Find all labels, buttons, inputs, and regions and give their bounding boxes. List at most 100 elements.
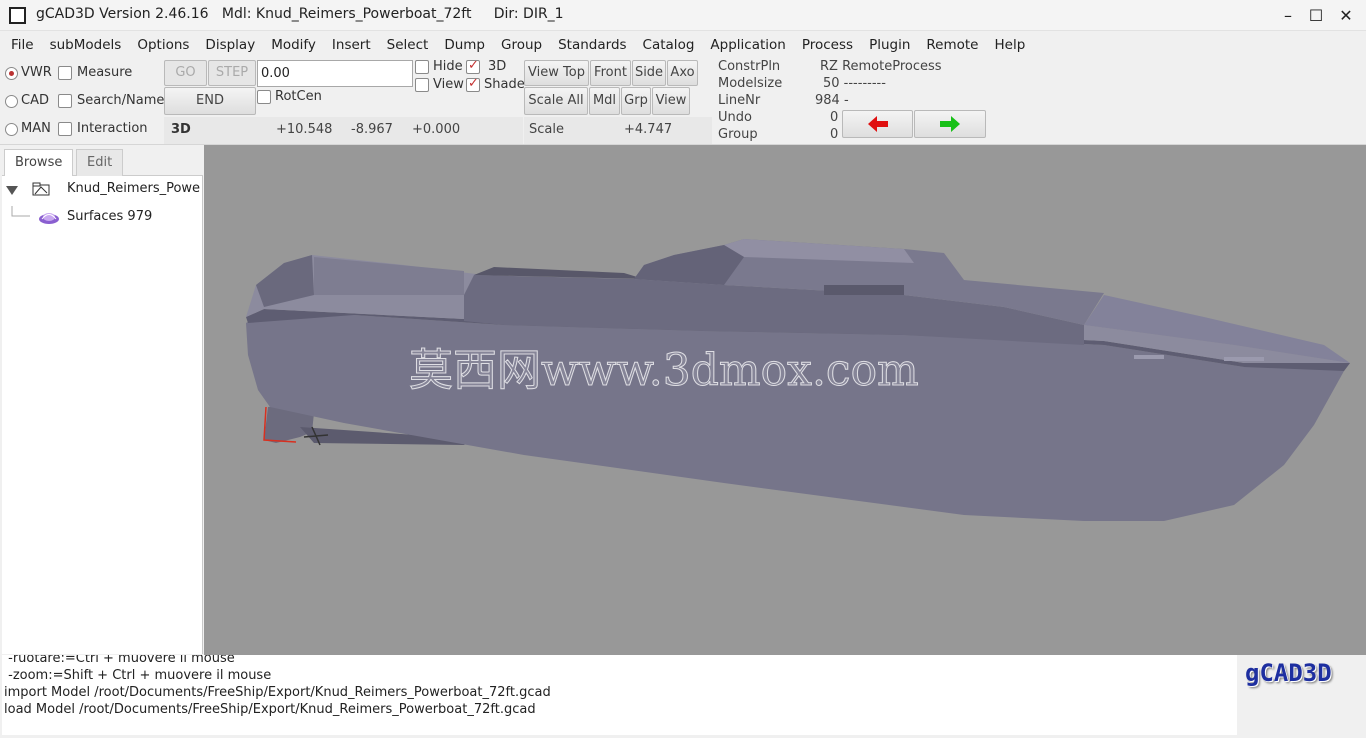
arrow-left-icon [867,116,888,132]
application-window: gCAD3D Version 2.46.16 Mdl: Knud_Reimers… [0,0,1366,738]
undo-back-button[interactable] [842,110,913,138]
arrow-right-icon [940,116,960,132]
tab-browse[interactable]: Browse [4,149,74,176]
coord-x: +10.548 [276,122,333,137]
3d-label: 3D [488,59,507,74]
hide-checkbox[interactable] [415,60,429,74]
3d-viewport[interactable]: 莫西网www.3dmox.com [204,145,1366,655]
tree-item-surfaces[interactable]: Surfaces 979 [2,206,203,230]
gcad3d-logo: gCAD3D [1245,659,1332,687]
axo-button[interactable]: Axo [667,60,698,86]
menu-standards[interactable]: Standards [550,37,634,53]
menu-dump[interactable]: Dump [436,37,493,53]
window-block [824,285,904,295]
cad-label: CAD [21,93,49,108]
menu-modify[interactable]: Modify [263,37,324,53]
coordinate-bar [164,117,523,144]
menu-plugin[interactable]: Plugin [861,37,918,53]
tree-item-model[interactable]: Knud_Reimers_Powe [2,178,203,202]
boat-model[interactable]: 莫西网www.3dmox.com [204,145,1366,655]
search-name-label: Search/Name [77,93,165,108]
coord-z: +0.000 [412,122,461,137]
wheelhouse-side [634,245,744,285]
menu-application[interactable]: Application [702,37,793,53]
man-label: MAN [21,121,51,136]
scale-all-button[interactable]: Scale All [524,87,588,115]
grp-button[interactable]: Grp [621,87,651,115]
undo-label: Undo [718,110,752,125]
vwr-label: VWR [21,65,52,80]
minimize-button[interactable]: – [1277,5,1299,27]
tree-item-label: Knud_Reimers_Powe [67,181,201,196]
tree-item-label: Surfaces 979 [67,209,153,224]
menu-display[interactable]: Display [197,37,263,53]
rotcen-label: RotCen [275,89,322,104]
group-value: 0 [830,127,839,142]
menu-bar: File subModels Options Display Modify In… [0,31,1366,59]
menu-file[interactable]: File [3,37,42,53]
constrpln-label: ConstrPln [718,59,781,74]
surface-icon [39,213,59,224]
expand-triangle-icon[interactable] [5,184,19,196]
message-console: -ruotare:=Ctrl + muovere il mouse -zoom:… [2,655,1237,735]
console-line: -ruotare:=Ctrl + muovere il mouse [4,655,235,666]
watermark-text: 莫西网www.3dmox.com [409,345,919,396]
go-button[interactable]: GO [164,60,207,86]
constrpln-value: RZ RemoteProcess [820,59,942,74]
linenr-label: LineNr [718,93,761,108]
view-button[interactable]: View [652,87,690,115]
front-button[interactable]: Front [590,60,631,86]
menu-catalog[interactable]: Catalog [635,37,703,53]
view-checkbox[interactable] [415,78,429,92]
menu-submodels[interactable]: subModels [42,37,130,53]
step-button[interactable]: STEP [208,60,256,86]
value-input[interactable]: 0.00 [257,60,413,87]
toolbar: VWR CAD MAN Measure Search/Name Interact… [0,58,1366,145]
coord-mode: 3D [171,122,191,137]
modelsize-label: Modelsize [718,76,783,91]
aft-cockpit [314,257,464,295]
shade-checkbox[interactable] [466,76,480,92]
menu-insert[interactable]: Insert [324,37,379,53]
menu-remote[interactable]: Remote [918,37,986,53]
menu-group[interactable]: Group [493,37,550,53]
model-icon [32,182,50,196]
tree-line [11,206,30,217]
redo-forward-button[interactable] [914,110,986,138]
man-radio[interactable] [5,123,18,136]
maximize-button[interactable]: ☐ [1305,5,1327,27]
rotcen-checkbox[interactable] [257,90,271,104]
browser-panel: Browse Edit Knud_Reimers_Powe Surfaces 9… [2,146,203,654]
logo-area: gCAD3D [1237,655,1366,735]
menu-process[interactable]: Process [794,37,861,53]
view-label: View [433,77,464,92]
cad-radio[interactable] [5,95,18,108]
console-line: load Model /root/Documents/FreeShip/Expo… [4,702,536,717]
close-button[interactable]: ✕ [1335,5,1357,27]
menu-help[interactable]: Help [986,37,1033,53]
interaction-checkbox[interactable] [58,122,72,136]
mdl-button[interactable]: Mdl [589,87,620,115]
side-button[interactable]: Side [632,60,666,86]
scale-label: Scale [529,122,564,137]
scale-value: +4.747 [624,122,673,137]
tab-edit[interactable]: Edit [76,149,124,176]
end-button[interactable]: END [164,87,256,115]
search-name-checkbox[interactable] [58,94,72,108]
interaction-label: Interaction [77,121,148,136]
hide-label: Hide [433,59,463,74]
3d-checkbox[interactable] [466,58,480,74]
menu-select[interactable]: Select [379,37,437,53]
undo-value: 0 [830,110,839,125]
title-bar: gCAD3D Version 2.46.16 Mdl: Knud_Reimers… [0,0,1366,31]
app-icon [9,7,26,24]
console-line: -zoom:=Shift + Ctrl + muovere il mouse [4,668,272,683]
window-title: gCAD3D Version 2.46.16 Mdl: Knud_Reimers… [36,6,564,22]
measure-label: Measure [77,65,133,80]
coord-y: -8.967 [351,122,393,137]
view-top-button[interactable]: View Top [524,60,589,86]
measure-checkbox[interactable] [58,66,72,80]
vwr-radio[interactable] [5,67,18,80]
panel-tabs: Browse Edit [2,146,203,176]
menu-options[interactable]: Options [129,37,197,53]
